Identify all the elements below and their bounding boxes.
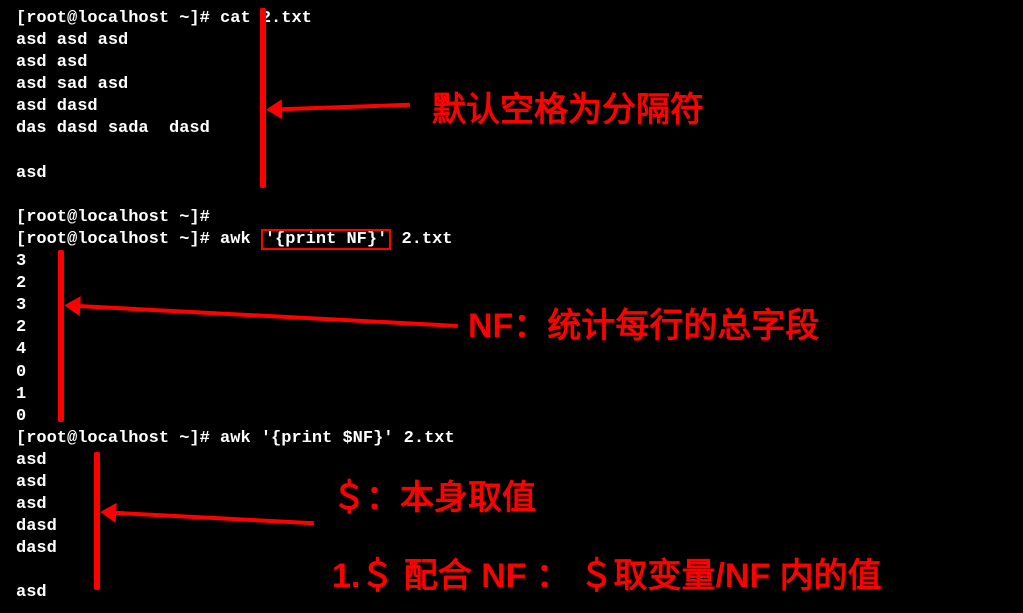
cmd-line-awk-dollarnf: [root@localhost ~]# awk '{print $NF}' 2.… [16,428,1007,450]
output-line: 1 [16,384,1007,406]
red-vertical-bar-1 [260,8,266,188]
output-line: 2 [16,273,1007,295]
output-line [16,141,1007,163]
prompt: [root@localhost ~]# [16,208,210,227]
output-line: 0 [16,362,1007,384]
cmd-line-cat: [root@localhost ~]# cat 2.txt [16,8,1007,30]
cmd-line-empty: [root@localhost ~]# [16,207,1007,229]
output-line: asd [16,450,1007,472]
cmd-line-awk-nf: [root@localhost ~]# awk '{print NF}' 2.t… [16,229,1007,251]
annotation-default-space: 默认空格为分隔符 [432,82,704,131]
output-line: asd [16,163,1007,185]
cmd-cat: cat [210,9,251,28]
annotation-nf-count: NF：统计每行的总字段 [468,298,819,347]
output-line: dasd [16,516,1007,538]
output-line [16,185,1007,207]
cmd-awk-post: 2.txt [391,230,452,249]
prompt: [root@localhost ~]# [16,429,210,448]
highlight-print-nf: '{print NF}' [261,229,391,250]
red-vertical-bar-2 [58,250,64,422]
output-line: asd asd asd [16,30,1007,52]
cmd-awk-dnf: awk '{print $NF}' 2.txt [210,429,455,448]
annotation-dollar-self: ＄：本身取值 [332,470,536,519]
output-line: asd asd [16,52,1007,74]
cmd-awk-pre: awk [210,230,261,249]
output-line: 3 [16,251,1007,273]
output-line: 0 [16,406,1007,428]
prompt: [root@localhost ~]# [16,230,210,249]
prompt: [root@localhost ~]# [16,9,210,28]
